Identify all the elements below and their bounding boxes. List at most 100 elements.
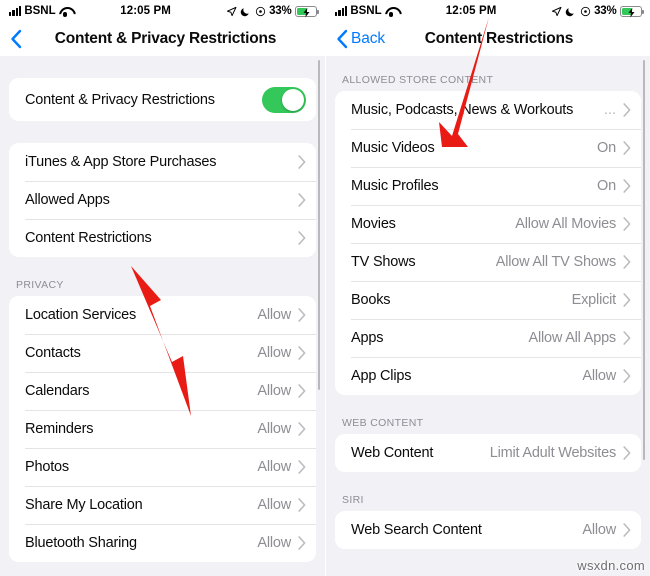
row-books[interactable]: Books Explicit bbox=[335, 281, 641, 319]
chevron-right-icon bbox=[298, 498, 306, 512]
main-options-card: iTunes & App Store Purchases Allowed App… bbox=[9, 143, 316, 257]
row-movies[interactable]: Movies Allow All Movies bbox=[335, 205, 641, 243]
row-value: Allow All TV Shows bbox=[495, 254, 616, 270]
row-music-videos[interactable]: Music Videos On bbox=[335, 129, 641, 167]
chevron-right-icon bbox=[298, 422, 306, 436]
row-app-clips[interactable]: App Clips Allow bbox=[335, 357, 641, 395]
row-value: Allow bbox=[257, 383, 291, 399]
chevron-right-icon bbox=[623, 179, 631, 193]
row-tv-shows[interactable]: TV Shows Allow All TV Shows bbox=[335, 243, 641, 281]
row-content-restrictions[interactable]: Content Restrictions bbox=[9, 219, 316, 257]
carrier-label: BSNL bbox=[24, 5, 56, 17]
battery-charging-icon bbox=[620, 5, 644, 17]
row-value: On bbox=[597, 140, 616, 156]
chevron-right-icon bbox=[298, 155, 306, 169]
chevron-right-icon bbox=[298, 536, 306, 550]
privacy-card: Location Services Allow Contacts Allow C… bbox=[9, 296, 316, 562]
row-label: Contacts bbox=[25, 345, 81, 361]
chevron-right-icon bbox=[623, 217, 631, 231]
row-label: Content Restrictions bbox=[25, 230, 152, 246]
privacy-section-header: PRIVACY bbox=[16, 279, 64, 291]
chevron-right-icon bbox=[623, 523, 631, 537]
row-content-privacy-restrictions[interactable]: Content & Privacy Restrictions bbox=[9, 78, 316, 121]
web-content-header: WEB CONTENT bbox=[342, 417, 424, 429]
left-content-scroll[interactable]: Content & Privacy Restrictions iTunes & … bbox=[0, 56, 325, 576]
allowed-store-content-header: ALLOWED STORE CONTENT bbox=[342, 74, 494, 86]
allowed-store-content-card: Music, Podcasts, News & Workouts ... Mus… bbox=[335, 91, 641, 395]
row-share-my-location[interactable]: Share My Location Allow bbox=[9, 486, 316, 524]
web-content-card: Web Content Limit Adult Websites bbox=[335, 434, 641, 472]
status-right-group: 33% bbox=[226, 5, 319, 17]
chevron-right-icon bbox=[298, 384, 306, 398]
row-label: Web Search Content bbox=[351, 522, 482, 538]
row-value: On bbox=[597, 178, 616, 194]
row-bluetooth-sharing[interactable]: Bluetooth Sharing Allow bbox=[9, 524, 316, 562]
chevron-right-icon bbox=[298, 346, 306, 360]
row-label: Music, Podcasts, News & Workouts bbox=[351, 102, 574, 118]
restrictions-toggle-card: Content & Privacy Restrictions bbox=[9, 78, 316, 121]
chevron-right-icon bbox=[298, 460, 306, 474]
back-button[interactable]: Back bbox=[336, 29, 385, 49]
scrollbar-right[interactable] bbox=[642, 60, 645, 460]
row-label: App Clips bbox=[351, 368, 412, 384]
content-privacy-toggle[interactable] bbox=[262, 86, 306, 113]
row-value: Allow bbox=[582, 522, 616, 538]
battery-charging-icon bbox=[295, 5, 319, 17]
row-label: Share My Location bbox=[25, 497, 143, 513]
left-nav-bar: Content & Privacy Restrictions bbox=[0, 22, 325, 56]
signal-icon bbox=[9, 6, 22, 16]
status-left-group: BSNL bbox=[9, 5, 72, 17]
row-calendars[interactable]: Calendars Allow bbox=[9, 372, 316, 410]
row-contacts[interactable]: Contacts Allow bbox=[9, 334, 316, 372]
back-button[interactable] bbox=[10, 29, 25, 49]
chevron-right-icon bbox=[623, 103, 631, 117]
chevron-right-icon bbox=[623, 446, 631, 460]
row-value: Allow bbox=[257, 535, 291, 551]
right-status-bar: BSNL 12:05 PM 33% bbox=[326, 0, 650, 22]
row-web-search-content[interactable]: Web Search Content Allow bbox=[335, 511, 641, 549]
row-apps[interactable]: Apps Allow All Apps bbox=[335, 319, 641, 357]
chevron-right-icon bbox=[298, 308, 306, 322]
row-allowed-apps[interactable]: Allowed Apps bbox=[9, 181, 316, 219]
row-web-content[interactable]: Web Content Limit Adult Websites bbox=[335, 434, 641, 472]
row-music-profiles[interactable]: Music Profiles On bbox=[335, 167, 641, 205]
row-reminders[interactable]: Reminders Allow bbox=[9, 410, 316, 448]
alarm-icon bbox=[580, 6, 590, 16]
row-label: Allowed Apps bbox=[25, 192, 110, 208]
row-music-podcasts-news-workouts[interactable]: Music, Podcasts, News & Workouts ... bbox=[335, 91, 641, 129]
row-location-services[interactable]: Location Services Allow bbox=[9, 296, 316, 334]
chevron-right-icon bbox=[623, 331, 631, 345]
signal-icon bbox=[335, 6, 348, 16]
siri-header: SIRI bbox=[342, 494, 364, 506]
moon-icon bbox=[565, 7, 574, 16]
status-time: 12:05 PM bbox=[445, 5, 497, 17]
row-label: Calendars bbox=[25, 383, 90, 399]
row-truncation-ellipsis: ... bbox=[603, 102, 616, 118]
row-itunes-app-store-purchases[interactable]: iTunes & App Store Purchases bbox=[9, 143, 316, 181]
row-label: Apps bbox=[351, 330, 384, 346]
row-label: Books bbox=[351, 292, 391, 308]
row-value: Allow bbox=[257, 345, 291, 361]
row-photos[interactable]: Photos Allow bbox=[9, 448, 316, 486]
location-arrow-icon bbox=[551, 6, 562, 16]
bolt-icon bbox=[303, 7, 310, 17]
left-phone-screen: BSNL 12:05 PM 33% Content & Privacy Rest… bbox=[0, 0, 325, 576]
row-value: Allow All Apps bbox=[528, 330, 617, 346]
wifi-icon bbox=[59, 6, 72, 17]
row-label: Reminders bbox=[25, 421, 94, 437]
page-title: Content & Privacy Restrictions bbox=[54, 30, 277, 47]
back-label: Back bbox=[351, 30, 386, 47]
right-content-scroll[interactable]: ALLOWED STORE CONTENT Music, Podcasts, N… bbox=[326, 56, 650, 576]
row-label: Photos bbox=[25, 459, 69, 475]
scrollbar-left[interactable] bbox=[317, 60, 320, 390]
chevron-right-icon bbox=[298, 231, 306, 245]
row-label: TV Shows bbox=[351, 254, 416, 270]
row-label: Music Videos bbox=[351, 140, 435, 156]
carrier-label: BSNL bbox=[350, 5, 382, 17]
bolt-icon bbox=[628, 7, 635, 17]
chevron-left-icon bbox=[11, 29, 22, 49]
battery-percent-label: 33% bbox=[269, 5, 292, 17]
chevron-right-icon bbox=[623, 293, 631, 307]
site-watermark: wsxdn.com bbox=[577, 558, 645, 573]
row-value: Allow bbox=[257, 307, 291, 323]
